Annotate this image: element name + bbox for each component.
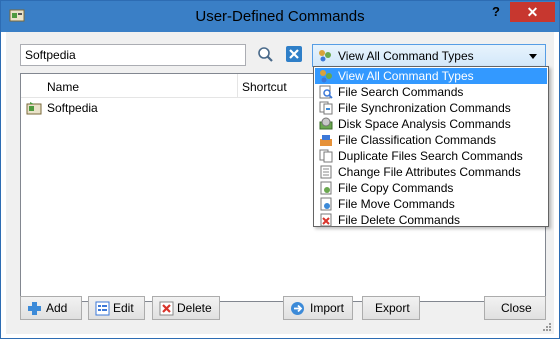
export-label: Export xyxy=(375,301,410,315)
search-icon[interactable] xyxy=(256,45,276,65)
file-search-icon xyxy=(319,85,333,99)
dropdown-option[interactable]: File Move Commands xyxy=(315,196,547,212)
dropdown-option-label: File Search Commands xyxy=(338,85,464,99)
import-label: Import xyxy=(310,301,345,315)
dropdown-option[interactable]: File Synchronization Commands xyxy=(315,100,547,116)
edit-button[interactable]: Edit xyxy=(88,296,145,320)
file-copy-icon xyxy=(320,181,332,195)
duplicate-files-icon xyxy=(319,149,333,163)
dropdown-option[interactable]: View All Command Types xyxy=(315,68,547,84)
window-title: User-Defined Commands xyxy=(195,8,365,25)
column-divider[interactable] xyxy=(237,74,238,98)
delete-icon xyxy=(159,301,174,316)
help-button[interactable]: ? xyxy=(485,2,507,22)
edit-icon xyxy=(95,301,110,316)
dropdown-option[interactable]: File Search Commands xyxy=(315,84,547,100)
import-icon xyxy=(291,302,304,315)
dropdown-option[interactable]: File Classification Commands xyxy=(315,132,547,148)
file-sync-icon xyxy=(319,101,333,115)
dropdown-option-label: Duplicate Files Search Commands xyxy=(338,149,523,163)
add-icon xyxy=(28,302,41,315)
window-close-button[interactable]: ✕ xyxy=(510,2,555,22)
column-shortcut[interactable]: Shortcut xyxy=(242,80,287,94)
title-bar[interactable]: User-Defined Commands ? ✕ xyxy=(1,1,559,32)
clear-filter-icon[interactable] xyxy=(285,45,303,63)
dropdown-option-label: Disk Space Analysis Commands xyxy=(338,117,511,131)
command-type-select[interactable]: View All Command Types xyxy=(312,44,546,67)
dropdown-option[interactable]: File Copy Commands xyxy=(315,180,547,196)
dropdown-option-label: File Classification Commands xyxy=(338,133,497,147)
dropdown-option-label: File Move Commands xyxy=(338,197,455,211)
user-defined-commands-dialog: User-Defined Commands ? ✕ View All Comma… xyxy=(0,0,560,339)
add-label: Add xyxy=(46,301,68,315)
dropdown-option[interactable]: Change File Attributes Commands xyxy=(315,164,547,180)
command-type-selected: View All Command Types xyxy=(338,49,474,63)
resize-grip-icon[interactable] xyxy=(542,322,552,332)
dropdown-option[interactable]: Duplicate Files Search Commands xyxy=(315,148,547,164)
command-types-icon xyxy=(319,50,331,62)
import-button[interactable]: Import xyxy=(283,296,353,320)
close-label: Close xyxy=(501,301,532,315)
disk-space-icon xyxy=(319,117,333,130)
command-type-dropdown: View All Command Types File Search Comma… xyxy=(313,66,549,227)
column-name[interactable]: Name xyxy=(47,80,79,94)
dropdown-option-label: Change File Attributes Commands xyxy=(338,165,521,179)
command-name: Softpedia xyxy=(47,101,98,115)
chevron-down-icon xyxy=(529,54,537,59)
command-icon xyxy=(26,102,42,115)
dropdown-option-label: File Synchronization Commands xyxy=(338,101,511,115)
dropdown-option-label: File Copy Commands xyxy=(338,181,454,195)
dropdown-option[interactable]: File Delete Commands xyxy=(315,212,547,228)
delete-button[interactable]: Delete xyxy=(152,296,220,320)
dropdown-option[interactable]: Disk Space Analysis Commands xyxy=(315,116,547,132)
export-button[interactable]: Export xyxy=(362,296,420,320)
add-button[interactable]: Add xyxy=(20,296,82,320)
dropdown-option-label: File Delete Commands xyxy=(338,213,461,227)
command-types-icon xyxy=(320,70,332,83)
file-move-icon xyxy=(320,197,332,211)
file-classification-icon xyxy=(320,135,332,146)
edit-label: Edit xyxy=(113,301,134,315)
file-attributes-icon xyxy=(320,165,332,179)
delete-label: Delete xyxy=(177,301,212,315)
close-button[interactable]: Close xyxy=(484,296,546,320)
file-delete-icon xyxy=(320,213,332,227)
search-input[interactable] xyxy=(20,44,246,66)
dropdown-option-label: View All Command Types xyxy=(338,69,474,83)
